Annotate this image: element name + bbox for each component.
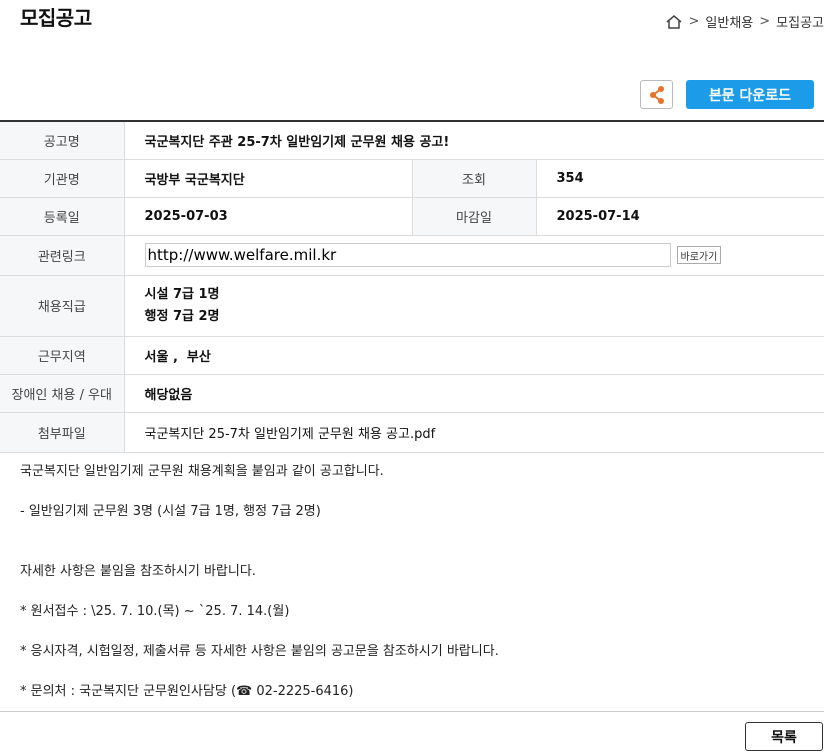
body-line: * 원서접수 : \25. 7. 10.(목) ~ `25. 7. 14.(월) <box>20 604 290 619</box>
deadline-value: 2025-07-14 <box>536 197 824 236</box>
share-button[interactable] <box>640 80 673 109</box>
views-label: 조회 <box>411 159 537 198</box>
attachment-label: 첨부파일 <box>0 412 125 453</box>
title-value: 국군복지단 주관 25-7차 일반임기제 군무원 채용 공고! <box>124 120 824 160</box>
link-label: 관련링크 <box>0 235 125 276</box>
page-title: 모집공고 <box>20 6 92 30</box>
row-disability: 장애인 채용 / 우대 해당없음 <box>0 374 824 413</box>
region-value: 서울 , 부산 <box>124 336 824 375</box>
notice-body: 국군복지단 일반임기제 군무원 채용계획을 붙임과 같이 공고합니다. - 일반… <box>20 462 810 702</box>
divider <box>0 711 824 712</box>
link-cell: 바로가기 <box>124 235 824 276</box>
views-value: 354 <box>536 159 824 198</box>
list-button[interactable]: 목록 <box>745 722 823 751</box>
body-line <box>20 662 810 682</box>
title-label: 공고명 <box>0 120 125 160</box>
row-link: 관련링크 바로가기 <box>0 235 824 276</box>
breadcrumb-item-general-hiring[interactable]: 일반채용 <box>705 12 753 31</box>
breadcrumb-separator: > <box>688 14 700 29</box>
org-label: 기관명 <box>0 159 125 198</box>
go-link-button[interactable]: 바로가기 <box>676 246 722 264</box>
action-bar: 본문 다운로드 <box>640 80 814 109</box>
reg-date-label: 등록일 <box>0 197 125 236</box>
row-region: 근무지역 서울 , 부산 <box>0 336 824 375</box>
disability-label: 장애인 채용 / 우대 <box>0 374 125 413</box>
body-line <box>20 522 810 542</box>
body-line: 국군복지단 일반임기제 군무원 채용계획을 붙임과 같이 공고합니다. <box>20 464 384 479</box>
body-line <box>20 622 810 642</box>
notice-info-table: 공고명 국군복지단 주관 25-7차 일반임기제 군무원 채용 공고! 기관명 … <box>0 120 824 453</box>
breadcrumb-item-recruit-notice[interactable]: 모집공고 <box>776 12 824 31</box>
job-grade-line: 행정 7급 2명 <box>144 308 220 324</box>
row-org: 기관명 국방부 국군복지단 조회 354 <box>0 159 824 198</box>
body-line: - 일반임기제 군무원 3명 (시설 7급 1명, 행정 7급 2명) <box>20 504 321 519</box>
body-line: * 문의처 : 국군복지단 군무원인사담당 (☎ 02-2225-6416) <box>20 684 354 699</box>
job-grade-label: 채용직급 <box>0 275 125 337</box>
body-line: * 응시자격, 시험일정, 제출서류 등 자세한 사항은 붙임의 공고문을 참조… <box>20 644 499 659</box>
attachment-link[interactable]: 국군복지단 25-7차 일반임기제 군무원 채용 공고.pdf <box>124 412 824 453</box>
body-line <box>20 582 810 602</box>
download-button[interactable]: 본문 다운로드 <box>686 80 814 109</box>
breadcrumb: > 일반채용 > 모집공고 <box>665 12 824 31</box>
org-value: 국방부 국군복지단 <box>124 159 412 198</box>
related-link-field[interactable] <box>144 243 671 267</box>
breadcrumb-separator: > <box>759 14 771 29</box>
row-title: 공고명 국군복지단 주관 25-7차 일반임기제 군무원 채용 공고! <box>0 120 824 160</box>
body-line <box>20 542 810 562</box>
home-icon[interactable] <box>665 14 683 30</box>
job-grade-line: 시설 7급 1명 <box>144 286 220 302</box>
deadline-label: 마감일 <box>411 197 537 236</box>
disability-value: 해당없음 <box>124 374 824 413</box>
row-dates: 등록일 2025-07-03 마감일 2025-07-14 <box>0 197 824 236</box>
row-attachment: 첨부파일 국군복지단 25-7차 일반임기제 군무원 채용 공고.pdf <box>0 412 824 453</box>
row-job-grade: 채용직급 시설 7급 1명 행정 7급 2명 <box>0 275 824 337</box>
share-icon <box>649 85 664 104</box>
body-line: 자세한 사항은 붙임을 참조하시기 바랍니다. <box>20 564 256 579</box>
job-grade-value: 시설 7급 1명 행정 7급 2명 <box>124 275 824 337</box>
region-label: 근무지역 <box>0 336 125 375</box>
reg-date-value: 2025-07-03 <box>124 197 412 236</box>
body-line <box>20 482 810 502</box>
